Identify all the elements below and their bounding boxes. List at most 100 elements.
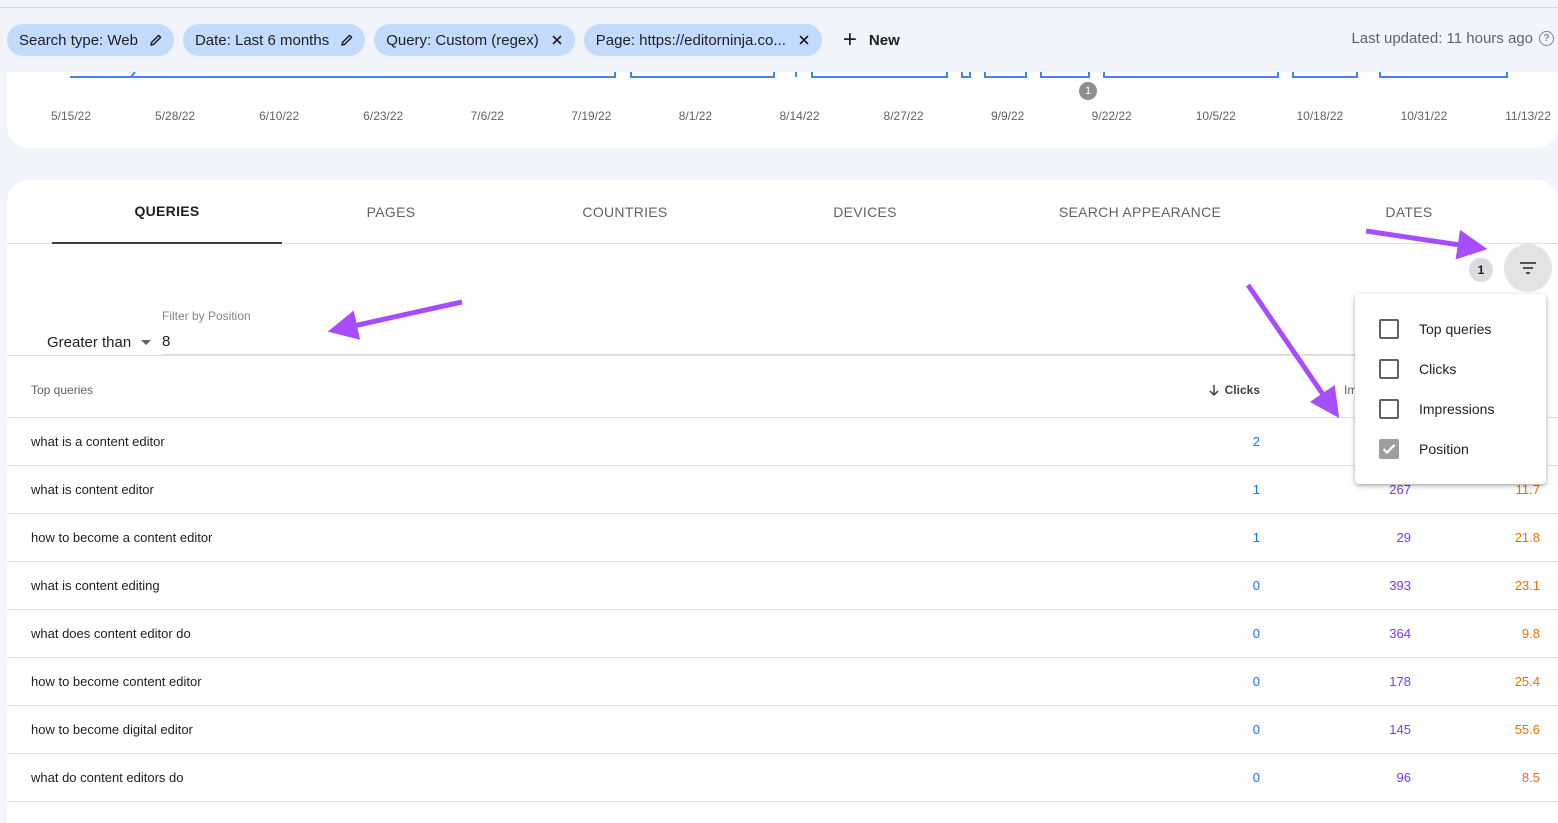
x-tick-label: 6/23/22 — [363, 109, 404, 123]
tab-pages[interactable]: Pages — [306, 180, 476, 244]
impressions-cell: 267 — [1389, 482, 1411, 497]
filter-column-label: Clicks — [1419, 361, 1457, 377]
tab-dates[interactable]: Dates — [1324, 180, 1494, 244]
close-icon[interactable] — [796, 32, 812, 48]
pencil-icon[interactable] — [339, 32, 355, 48]
x-tick-label: 9/9/22 — [990, 109, 1025, 123]
chip-page[interactable]: Page: https://editorninja.co... — [583, 24, 822, 56]
filter-column-option[interactable]: Position — [1355, 429, 1546, 469]
chart-series-segment — [630, 72, 775, 78]
clicks-cell: 0 — [1252, 578, 1260, 593]
tab-search-appearance[interactable]: Search appearance — [1040, 180, 1240, 244]
x-tick-label: 8/1/22 — [678, 109, 713, 123]
query-cell: how to become content editor — [31, 674, 202, 689]
chip-search-type[interactable]: Search type: Web — [7, 24, 174, 56]
chip-date[interactable]: Date: Last 6 months — [182, 24, 366, 56]
clicks-cell: 0 — [1252, 674, 1260, 689]
dimension-table-card: Queries Pages Countries Devices Search a… — [7, 180, 1558, 823]
position-cell: 21.8 — [1514, 530, 1540, 545]
new-filter-button[interactable]: + New — [831, 24, 908, 56]
x-tick-label: 10/31/22 — [1400, 109, 1448, 123]
filter-column-option[interactable]: Top queries — [1355, 309, 1546, 349]
table-row[interactable]: what is a content editor 2 — [7, 418, 1558, 466]
chip-label: Page: https://editorninja.co... — [595, 31, 786, 49]
position-cell: 9.8 — [1521, 626, 1540, 641]
position-cell: 8.5 — [1521, 770, 1540, 785]
table-row[interactable]: how to become a content editor 1 29 21.8 — [7, 514, 1558, 562]
impressions-cell: 393 — [1389, 578, 1411, 593]
filter-value-input[interactable]: 8 — [162, 333, 170, 350]
impressions-cell: 364 — [1389, 626, 1411, 641]
filter-column-option[interactable]: Clicks — [1355, 349, 1546, 389]
top-divider — [0, 7, 1558, 8]
column-header-clicks[interactable]: Clicks — [1209, 383, 1260, 397]
active-filter-count-badge: 1 — [1469, 258, 1493, 282]
checkbox-icon[interactable] — [1379, 399, 1399, 419]
query-cell: what do content editors do — [31, 770, 184, 785]
filter-rows-button[interactable] — [1504, 244, 1552, 292]
dropdown-caret-icon — [141, 340, 152, 345]
table-row[interactable]: how to become content editor 0 178 25.4 — [7, 658, 1558, 706]
table-row[interactable]: how to become digital editor 0 145 55.6 — [7, 706, 1558, 754]
tab-devices[interactable]: Devices — [780, 180, 950, 244]
chart-series-segment — [70, 72, 616, 78]
pencil-icon[interactable] — [148, 32, 164, 48]
filter-columns-menu: Top queries Clicks Impressions Position — [1355, 294, 1546, 484]
performance-chart: 1 5/15/22 5/28/22 6/10/22 6/23/22 7/6/22 7/19… — [7, 72, 1558, 148]
clicks-cell: 0 — [1252, 626, 1260, 641]
position-cell: 55.6 — [1514, 722, 1540, 737]
chart-series-segment — [1103, 72, 1279, 78]
filter-column-label: Position — [1419, 441, 1469, 457]
position-filter: Greater than Filter by Position 8 — [7, 300, 1507, 356]
filter-column-label: Impressions — [1419, 401, 1495, 417]
filter-column-label: Top queries — [1419, 321, 1492, 337]
x-tick-label: 5/28/22 — [155, 109, 196, 123]
table-row[interactable]: what does content editor do 0 364 9.8 — [7, 610, 1558, 658]
query-cell: what does content editor do — [31, 626, 191, 641]
x-tick-label: 7/19/22 — [571, 109, 612, 123]
tab-countries[interactable]: Countries — [540, 180, 710, 244]
chip-label: Search type: Web — [19, 31, 138, 49]
x-tick-label: 5/15/22 — [50, 109, 92, 123]
x-tick-label: 8/14/22 — [779, 109, 820, 123]
chart-series-segment — [961, 72, 971, 78]
query-cell: what is content editor — [31, 482, 154, 497]
table-row[interactable]: what do content editors do 0 96 8.5 — [7, 754, 1558, 802]
x-tick-label: 9/22/22 — [1091, 109, 1132, 123]
clicks-cell: 0 — [1252, 722, 1260, 737]
table-row[interactable]: what is content editing 0 393 23.1 — [7, 562, 1558, 610]
filter-icon — [1520, 262, 1536, 274]
query-cell: how to become a content editor — [31, 530, 213, 545]
clicks-cell: 2 — [1252, 434, 1260, 449]
clicks-cell: 1 — [1252, 482, 1260, 497]
table-row[interactable]: what is content editor 1 267 11.7 — [7, 466, 1558, 514]
last-updated: Last updated: 11 hours ago ? — [1351, 30, 1554, 47]
filter-bar: Search type: Web Date: Last 6 months Que… — [7, 24, 908, 56]
checkbox-icon[interactable] — [1379, 319, 1399, 339]
dimension-tabs: Queries Pages Countries Devices Search a… — [7, 180, 1558, 244]
help-icon[interactable]: ? — [1539, 31, 1554, 46]
chart-series-segment — [1379, 72, 1508, 78]
tab-queries[interactable]: Queries — [52, 180, 282, 244]
query-cell: what is content editing — [31, 578, 160, 593]
search-console-performance: Search type: Web Date: Last 6 months Que… — [0, 0, 1558, 823]
column-header-top-queries[interactable]: Top queries — [31, 383, 93, 397]
last-updated-text: Last updated: 11 hours ago — [1351, 30, 1533, 47]
chart-series-segment — [811, 72, 948, 78]
x-tick-label: 6/10/22 — [259, 109, 300, 123]
checkbox-icon[interactable] — [1379, 359, 1399, 379]
filter-operator-value: Greater than — [47, 334, 132, 351]
new-filter-label: New — [868, 31, 900, 49]
chip-label: Query: Custom (regex) — [386, 31, 539, 49]
close-icon[interactable] — [549, 32, 565, 48]
filter-operator-select[interactable]: Greater than — [47, 334, 152, 351]
chart-annotation-marker[interactable]: 1 — [1079, 82, 1097, 100]
filter-column-option[interactable]: Impressions — [1355, 389, 1546, 429]
checkbox-checked-icon[interactable] — [1379, 439, 1399, 459]
chart-series-segment — [1040, 72, 1090, 78]
impressions-cell: 145 — [1389, 722, 1411, 737]
impressions-cell: 29 — [1396, 530, 1411, 545]
arrow-down-icon — [1209, 384, 1219, 396]
impressions-cell: 178 — [1389, 674, 1411, 689]
chip-query[interactable]: Query: Custom (regex) — [374, 24, 575, 56]
